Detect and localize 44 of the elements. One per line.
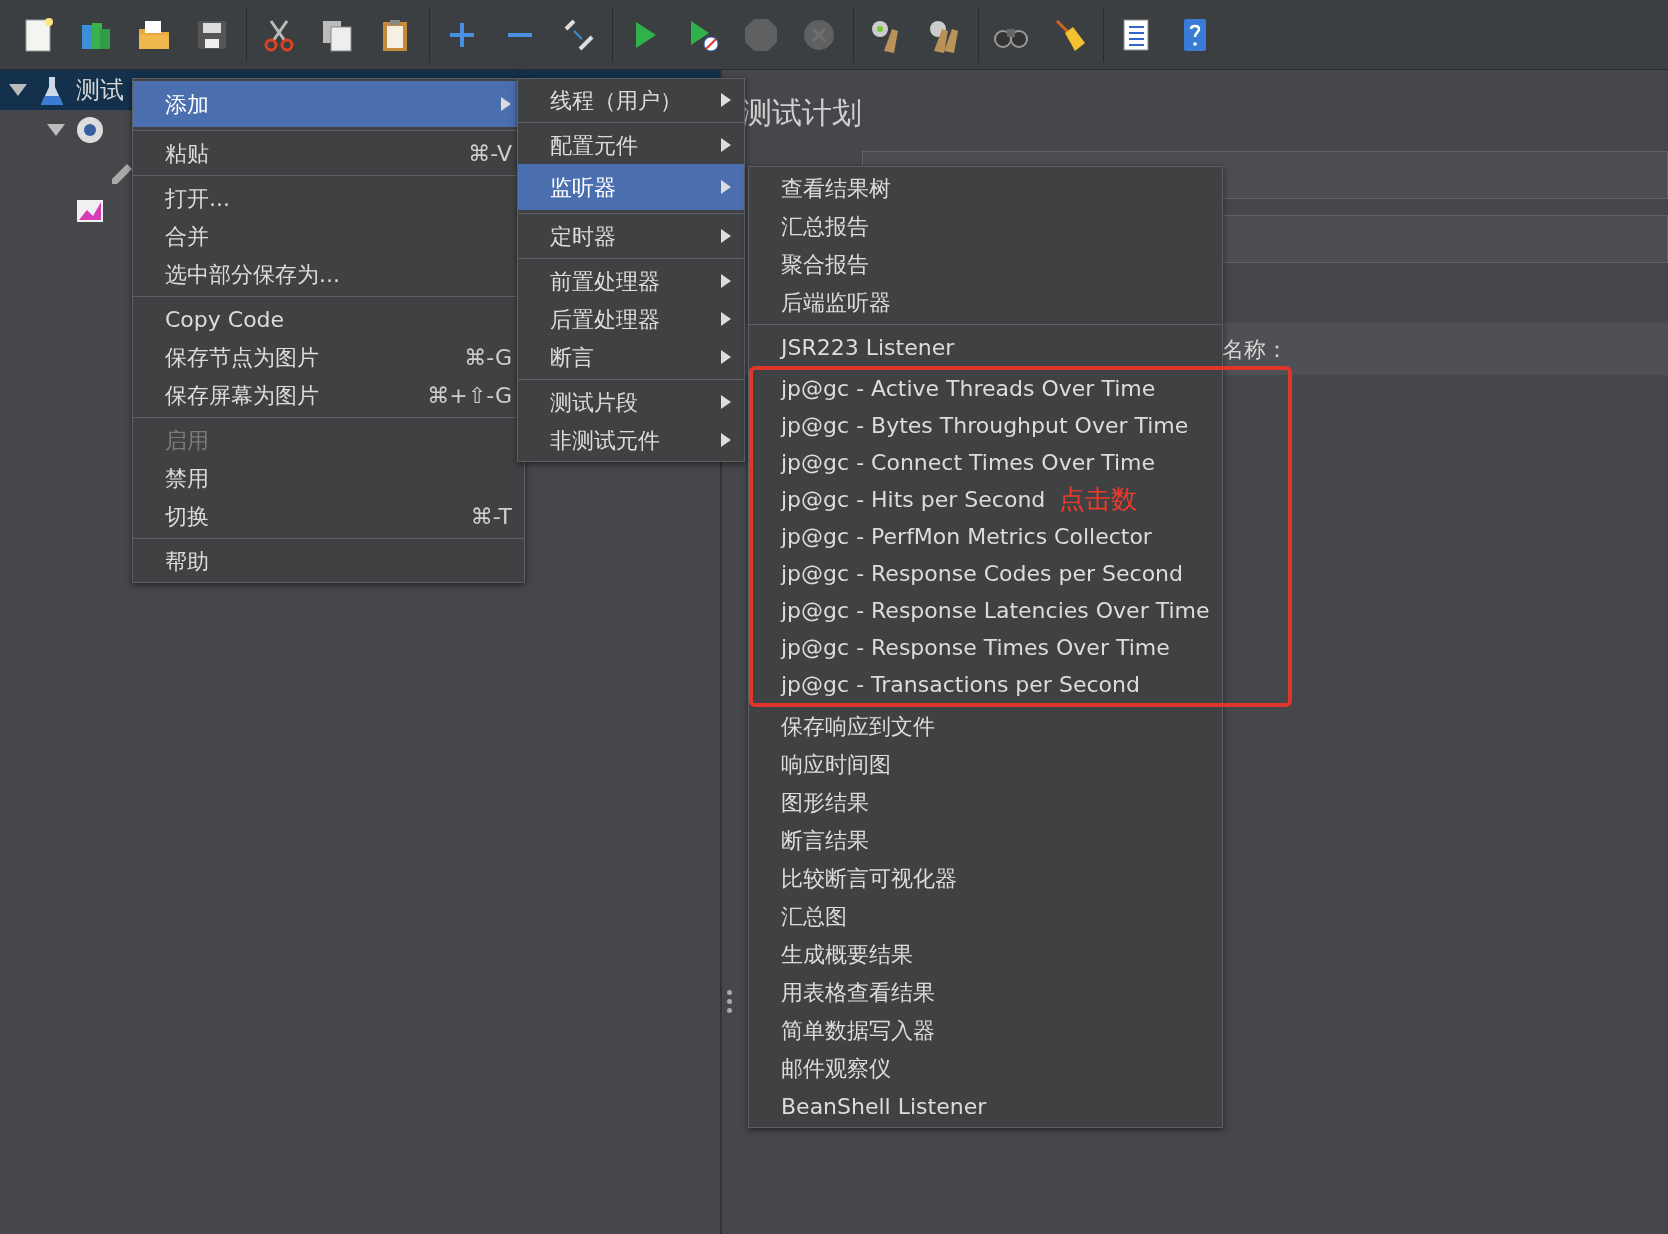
menu-item[interactable]: 简单数据写入器	[749, 1011, 1222, 1049]
menu-item[interactable]: 比较断言可视化器	[749, 859, 1222, 897]
menu-item[interactable]: 保存响应到文件	[749, 707, 1222, 745]
menu-item[interactable]: jp@gc - Response Times Over Time	[753, 629, 1224, 666]
menu-item[interactable]: 断言	[518, 338, 744, 376]
menu-item[interactable]: 帮助	[133, 542, 524, 580]
menu-item[interactable]: 定时器	[518, 217, 744, 255]
menu-item[interactable]: 后端监听器	[749, 283, 1222, 321]
tree-node-label[interactable]: 测试	[76, 72, 124, 108]
menu-item[interactable]: 用表格查看结果	[749, 973, 1222, 1011]
menu-item[interactable]: 禁用	[133, 459, 524, 497]
menu-item[interactable]: 生成概要结果	[749, 935, 1222, 973]
menu-item[interactable]: 测试片段	[518, 383, 744, 421]
menu-item[interactable]: 查看结果树	[749, 169, 1222, 207]
field-label: 名称：	[1222, 335, 1288, 364]
shortcut-text: ⌘-V	[468, 139, 512, 168]
menu-item[interactable]: 响应时间图	[749, 745, 1222, 783]
panel-title: 测试计划	[742, 94, 863, 132]
menu-item[interactable]: 断言结果	[749, 821, 1222, 859]
menu-item[interactable]: 切换 ⌘-T	[133, 497, 524, 535]
menu-item[interactable]: 聚合报告	[749, 245, 1222, 283]
shortcut-text: ⌘+⇧-G	[427, 381, 512, 410]
menu-item[interactable]: 图形结果	[749, 783, 1222, 821]
menu-item[interactable]: jp@gc - Hits per Second 点击数	[753, 481, 1224, 518]
menu-item[interactable]: jp@gc - PerfMon Metrics Collector	[753, 518, 1224, 555]
menu-item[interactable]: 汇总图	[749, 897, 1222, 935]
menu-item[interactable]: 前置处理器	[518, 262, 744, 300]
menu-item[interactable]: 非测试元件	[518, 421, 744, 459]
shortcut-text: ⌘-G	[464, 343, 512, 372]
menu-item[interactable]: 后置处理器	[518, 300, 744, 338]
shortcut-text: ⌘-T	[470, 502, 512, 531]
menu-item[interactable]: 汇总报告	[749, 207, 1222, 245]
menu-item[interactable]: jp@gc - Response Codes per Second	[753, 555, 1224, 592]
menu-item[interactable]: jp@gc - Connect Times Over Time	[753, 444, 1224, 481]
menu-item[interactable]: 配置元件	[518, 126, 744, 164]
menu-item[interactable]: jp@gc - Active Threads Over Time	[753, 370, 1224, 407]
menu-item[interactable]: jp@gc - Transactions per Second	[753, 666, 1224, 703]
menu-item[interactable]: jp@gc - Response Latencies Over Time	[753, 592, 1224, 629]
annotation-text: 点击数	[1059, 483, 1138, 516]
menu-item[interactable]: jp@gc - Bytes Throughput Over Time	[753, 407, 1224, 444]
menu-item[interactable]: 监听器	[518, 164, 744, 210]
menu-item[interactable]: 邮件观察仪	[749, 1049, 1222, 1087]
menu-item[interactable]: BeanShell Listener	[749, 1087, 1222, 1125]
menu-item[interactable]: JSR223 Listener	[749, 328, 1222, 366]
